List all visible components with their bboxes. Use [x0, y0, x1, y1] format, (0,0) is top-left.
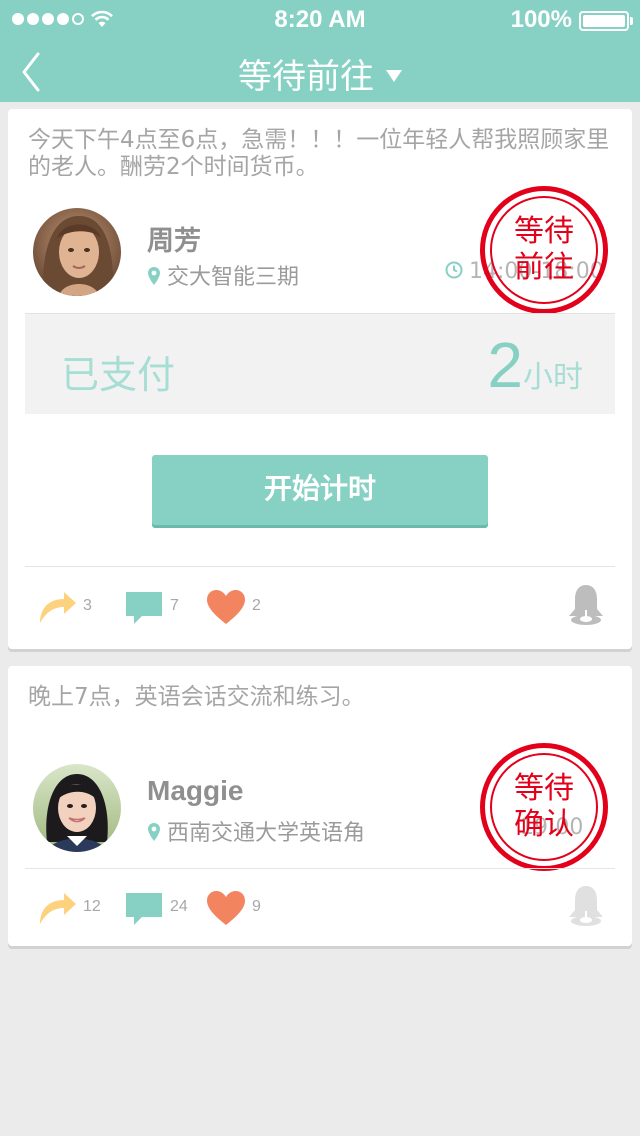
share-arrow-icon	[40, 592, 76, 623]
share-action[interactable]: 3	[36, 587, 106, 629]
payment-panel: 已支付 2小时	[25, 313, 615, 414]
bell-icon[interactable]	[566, 583, 606, 627]
divider	[25, 566, 615, 567]
location-text: 西南交通大学英语角	[167, 821, 366, 846]
page-title: 等待前往	[238, 57, 374, 97]
location-pin-icon	[148, 823, 160, 841]
battery-icon	[579, 11, 633, 31]
task-card[interactable]: 晚上7点，英语会话交流和练习。 Maggie 西南交通大学英语角 19:00 等…	[8, 666, 632, 946]
location-text: 交大智能三期	[167, 265, 300, 290]
comment-bubble-icon	[126, 893, 162, 925]
payment-hours: 2	[487, 329, 523, 401]
comment-count: 24	[170, 898, 188, 915]
comment-bubble-icon	[126, 592, 162, 624]
stamp-line-1: 等待	[514, 771, 574, 806]
location-pin-icon	[148, 267, 160, 285]
action-bar: 12 24 9	[36, 888, 596, 930]
app-header: 8:20 AM 100% 等待前往	[0, 0, 640, 102]
comment-action[interactable]: 7	[124, 587, 194, 629]
payment-status: 已支付	[61, 353, 176, 397]
like-action[interactable]: 9	[206, 888, 276, 930]
like-action[interactable]: 2	[206, 587, 276, 629]
clock-icon	[445, 261, 463, 279]
heart-icon	[207, 891, 245, 925]
task-description: 晚上7点，英语会话交流和练习。	[28, 684, 365, 710]
comment-action[interactable]: 24	[124, 888, 204, 930]
task-description: 今天下午4点至6点，急需！！！一位年轻人帮我照顾家里的老人。酬劳2个时间货币。	[28, 127, 610, 180]
bell-icon[interactable]	[566, 884, 606, 928]
user-name: Maggie	[147, 775, 244, 806]
start-timer-button[interactable]: 开始计时	[152, 455, 488, 525]
avatar[interactable]	[33, 208, 121, 296]
like-count: 9	[252, 898, 261, 915]
like-count: 2	[252, 597, 261, 614]
task-card[interactable]: 今天下午4点至6点，急需！！！一位年轻人帮我照顾家里的老人。酬劳2个时间货币。 …	[8, 109, 632, 649]
status-bar: 8:20 AM 100%	[0, 0, 640, 40]
action-bar: 3 7 2	[36, 587, 596, 629]
dropdown-caret-icon	[386, 69, 402, 82]
stamp-line-2: 前往	[514, 250, 574, 285]
share-count: 12	[83, 898, 101, 915]
status-stamp: 等待 前往	[480, 186, 608, 314]
user-name: 周芳	[147, 226, 201, 257]
comment-count: 7	[170, 597, 179, 614]
heart-icon	[207, 590, 245, 624]
share-arrow-icon	[40, 893, 76, 924]
battery-percentage: 100%	[510, 6, 572, 33]
payment-unit: 小时	[523, 360, 583, 395]
page-title-dropdown[interactable]: 等待前往	[0, 49, 640, 98]
user-location: 交大智能三期	[147, 259, 299, 291]
stamp-line-2: 确认	[514, 807, 574, 842]
divider	[25, 868, 615, 869]
avatar[interactable]	[33, 764, 121, 852]
stamp-line-1: 等待	[514, 214, 574, 249]
navigation-bar: 等待前往	[0, 40, 640, 102]
share-count: 3	[83, 597, 92, 614]
user-location: 西南交通大学英语角	[147, 815, 365, 847]
payment-amount: 2小时	[487, 328, 583, 402]
share-action[interactable]: 12	[36, 888, 116, 930]
status-stamp: 等待 确认	[480, 743, 608, 871]
